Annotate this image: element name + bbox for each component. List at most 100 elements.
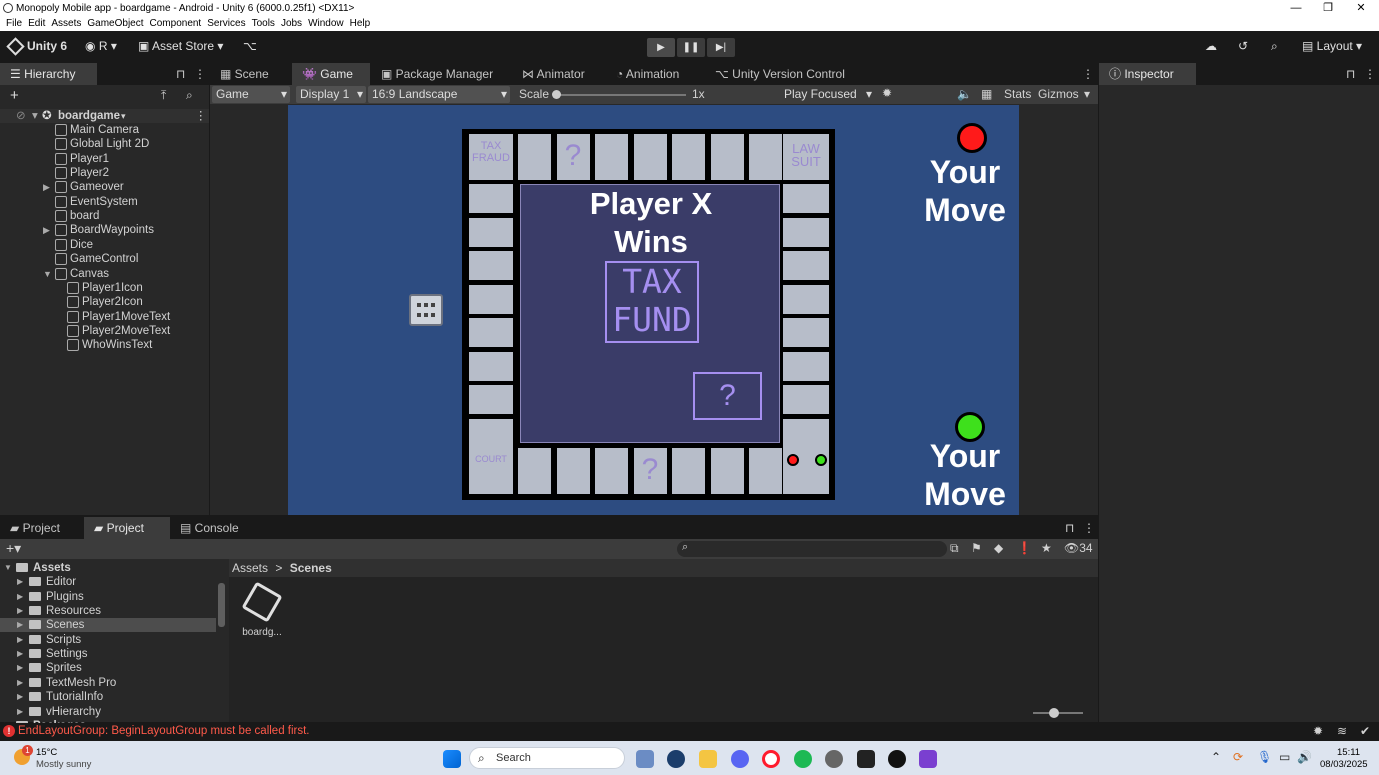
hierarchy-item[interactable]: ▼ Canvas (0, 267, 209, 281)
hierarchy-item[interactable]: WhoWinsText (0, 338, 209, 352)
tree-arrow-icon[interactable]: ▶ (17, 618, 23, 632)
unity-hub-icon[interactable] (857, 750, 875, 768)
project-tree-item[interactable]: ▶ Editor (0, 575, 216, 589)
tab-animator[interactable]: ⋈ Animator (512, 63, 595, 85)
tab-inspector[interactable]: ⓘ Inspector (1099, 63, 1196, 85)
menu-gameobject[interactable]: GameObject (87, 18, 143, 29)
hierarchy-item[interactable]: Player2MoveText (0, 324, 209, 338)
menu-component[interactable]: Component (150, 18, 202, 29)
scene-dropdown-icon[interactable]: ▾ (121, 109, 126, 123)
spotify-icon[interactable] (794, 750, 812, 768)
project-lock-icon[interactable]: ⊓ (1065, 521, 1074, 535)
progress-status-icon[interactable]: ≋ (1337, 724, 1347, 738)
widgets-icon[interactable] (636, 750, 654, 768)
file-explorer-icon[interactable] (699, 750, 717, 768)
cloud-icon[interactable]: ☁ (1205, 39, 1217, 53)
project-tree-item[interactable]: ▶ Scripts (0, 633, 216, 647)
tab-project-2[interactable]: ▰ Project (84, 517, 170, 539)
hierarchy-item[interactable]: Main Camera (0, 123, 209, 137)
scene-menu-icon[interactable]: ⋮ (195, 109, 207, 123)
hierarchy-item[interactable]: board (0, 209, 209, 223)
menu-services[interactable]: Services (207, 18, 245, 29)
search-icon[interactable]: ⌕ (1271, 39, 1278, 54)
create-asset-button[interactable]: +▾ (6, 540, 21, 557)
add-object-button[interactable]: + (10, 87, 19, 104)
close-button[interactable]: ✕ (1345, 0, 1377, 16)
breadcrumb-scenes[interactable]: Scenes (290, 561, 332, 575)
step-button[interactable]: ▶| (707, 38, 735, 57)
tree-arrow-icon[interactable]: ▶ (17, 676, 23, 690)
steam-icon[interactable] (667, 750, 685, 768)
tree-arrow-icon[interactable]: ▶ (17, 661, 23, 675)
menu-edit[interactable]: Edit (28, 18, 45, 29)
keyboard-shortcuts-icon[interactable]: ▦ (981, 87, 992, 101)
expand-arrow-icon[interactable]: ▾ (32, 109, 38, 123)
restore-button[interactable]: ❐ (1312, 0, 1344, 16)
expand-arrow-icon[interactable]: ▶ (43, 223, 50, 237)
clock-time[interactable]: 15:11 (1337, 747, 1360, 758)
hierarchy-item[interactable]: Player2 (0, 166, 209, 180)
scene-root-row[interactable]: ⊘ ▾ ✪ boardgame ▾ ⋮ (0, 109, 209, 123)
project-tree-item[interactable]: ▶ Resources (0, 604, 216, 618)
tree-arrow-icon[interactable]: ▶ (17, 647, 23, 661)
tree-scrollbar[interactable] (218, 583, 225, 627)
project-tree-item[interactable]: ▶ Plugins (0, 590, 216, 604)
hierarchy-item[interactable]: Player1 (0, 152, 209, 166)
tray-mic-icon[interactable]: 🎙 (1257, 750, 1272, 764)
app-icon[interactable] (888, 750, 906, 768)
tray-overflow-icon[interactable]: ⌃ (1211, 750, 1221, 764)
dice[interactable] (409, 294, 443, 326)
menu-window[interactable]: Window (308, 18, 344, 29)
menu-assets[interactable]: Assets (51, 18, 81, 29)
hierarchy-search-icon[interactable]: ⌕ (186, 88, 193, 103)
favorites-icon[interactable]: ★ (1041, 541, 1052, 555)
asset-store-dropdown[interactable]: ▣ Asset Store ▾ (138, 39, 223, 53)
inspector-lock-icon[interactable]: ⊓ (1346, 67, 1355, 81)
steamvr-icon[interactable] (825, 750, 843, 768)
gizmos-dropdown-icon[interactable]: ▾ (1084, 87, 1090, 101)
gizmos-button[interactable]: Gizmos (1038, 87, 1079, 101)
project-tree-item[interactable]: ▶ vHierarchy (0, 705, 216, 719)
project-menu-icon[interactable]: ⋮ (1083, 521, 1095, 535)
game-mode-dropdown[interactable]: Game ▾ (212, 86, 290, 103)
project-search-input[interactable]: ⌕ (677, 541, 947, 557)
menu-tools[interactable]: Tools (252, 18, 275, 29)
history-icon[interactable]: ↺ (1238, 39, 1248, 53)
project-tree-item[interactable]: ▶ Scenes (0, 618, 216, 633)
minimize-button[interactable]: — (1280, 0, 1312, 16)
status-error-message[interactable]: EndLayoutGroup: BeginLayoutGroup must be… (18, 725, 310, 737)
layout-dropdown[interactable]: ▤ Layout ▾ (1302, 39, 1362, 53)
tree-arrow-icon[interactable]: ▶ (17, 604, 23, 618)
hierarchy-item[interactable]: ▶ Gameover (0, 180, 209, 194)
errors-filter-icon[interactable]: ❗ (1017, 541, 1032, 555)
collapse-icon[interactable]: ⤒ (161, 88, 166, 103)
menu-jobs[interactable]: Jobs (281, 18, 302, 29)
clock-date[interactable]: 08/03/2025 (1320, 759, 1368, 770)
project-tree-item[interactable]: ▶ TutorialInfo (0, 690, 216, 704)
tray-network-icon[interactable]: ▭ (1279, 750, 1290, 764)
tree-arrow-icon[interactable]: ▶ (17, 690, 23, 704)
hierarchy-item[interactable]: EventSystem (0, 195, 209, 209)
expand-arrow-icon[interactable]: ▶ (43, 180, 50, 194)
project-tree-item[interactable]: ▶ Settings (0, 647, 216, 661)
hierarchy-item[interactable]: Global Light 2D (0, 137, 209, 151)
tab-console[interactable]: ▤ Console (170, 517, 249, 539)
tree-arrow-icon[interactable]: ▶ (17, 590, 23, 604)
bug-icon[interactable]: ✹ (882, 86, 892, 100)
tab-version-control[interactable]: ⌥ Unity Version Control (705, 63, 855, 85)
hidden-packages-counter[interactable]: 👁34 (1064, 541, 1093, 555)
lock-icon[interactable]: ⊓ (176, 67, 185, 81)
icon-size-slider-thumb[interactable] (1049, 708, 1059, 718)
hierarchy-item[interactable]: GameControl (0, 252, 209, 266)
mute-audio-icon[interactable]: 🔈 (957, 87, 972, 101)
tree-arrow-icon[interactable]: ▼ (4, 561, 12, 575)
hierarchy-item[interactable]: Player1MoveText (0, 310, 209, 324)
menu-file[interactable]: File (6, 18, 22, 29)
center-menu-icon[interactable]: ⋮ (1082, 67, 1094, 81)
play-button[interactable]: ▶ (647, 38, 675, 57)
menu-help[interactable]: Help (350, 18, 371, 29)
tree-arrow-icon[interactable]: ▶ (17, 633, 23, 647)
taskbar-search-box[interactable]: ⌕ Search (469, 747, 625, 769)
tab-game[interactable]: 👾 Game (292, 63, 370, 85)
discord-icon[interactable] (731, 750, 749, 768)
